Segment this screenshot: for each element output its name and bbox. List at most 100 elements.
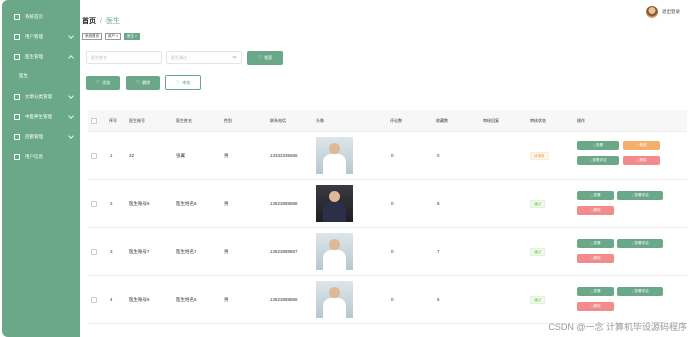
- row-name: 医生姓名6: [176, 297, 197, 302]
- add-button[interactable]: ♡ 添加: [86, 76, 120, 90]
- sidebar-item-logistics[interactable]: 后勤管理: [2, 128, 80, 146]
- sidebar-item-label: 医生管理: [25, 54, 43, 59]
- sidebar-item-doctors[interactable]: 医生管理: [2, 48, 80, 66]
- main-content: 首页 / 医生 退出登录 系统首页 用户 × 医生 × 医生姓名 医生通过 ♡ 搜索 …: [80, 0, 693, 337]
- col-phone[interactable]: 联系电话: [270, 118, 286, 124]
- sidebar-item-users[interactable]: 用户管理: [2, 28, 80, 46]
- col-avatar: 头像: [316, 118, 324, 123]
- view-comments-button-label: 查看评论: [634, 193, 649, 197]
- document-icon: [14, 114, 20, 120]
- table-row: 3 医生账号7 医生姓名7 男 13823888887 0 7 通过 ♡ 查看 …: [88, 228, 687, 276]
- col-gender[interactable]: 性别: [224, 118, 232, 124]
- col-review-reply[interactable]: 审核回复: [483, 118, 499, 124]
- sidebar-item-label: 中医养生管理: [25, 114, 52, 119]
- row-delete-button-label: 删除: [639, 158, 647, 162]
- row-checkbox[interactable]: [91, 153, 97, 159]
- home-icon: [14, 14, 20, 20]
- row-comments: 0: [391, 297, 394, 302]
- edit-button-label: 修改: [639, 143, 647, 147]
- doctor-photo[interactable]: [316, 281, 353, 318]
- col-favorites[interactable]: 收藏数: [436, 118, 448, 124]
- row-delete-button[interactable]: ♡ 删除: [577, 254, 614, 263]
- status-badge: 待审核: [530, 152, 549, 160]
- sidebar-item-tcm-health[interactable]: 中医养生管理: [2, 108, 80, 126]
- row-favorites: 0: [437, 153, 440, 158]
- row-name: 医生姓名7: [176, 249, 197, 254]
- breadcrumb-separator: /: [100, 18, 102, 25]
- row-delete-button-label: 删除: [593, 208, 601, 212]
- photo-head: [329, 191, 340, 202]
- breadcrumb-home[interactable]: 首页: [82, 18, 96, 25]
- photo-head: [329, 143, 340, 154]
- review-select[interactable]: 医生通过: [166, 51, 242, 64]
- review-button[interactable]: ♡ 审核: [165, 75, 201, 90]
- doctor-photo[interactable]: [316, 137, 353, 174]
- row-delete-button[interactable]: ♡ 删除: [623, 156, 660, 165]
- view-comments-button[interactable]: ♡ 查看评论: [617, 239, 663, 248]
- heart-icon: ♡: [95, 80, 101, 86]
- chevron-up-icon: [68, 55, 74, 61]
- view-comments-button-label: 查看评论: [634, 289, 649, 293]
- sidebar-item-home[interactable]: 系统首页: [2, 8, 80, 26]
- row-favorites: 6: [437, 297, 440, 302]
- col-review-status[interactable]: 审核状态: [530, 118, 546, 124]
- row-checkbox[interactable]: [91, 297, 97, 303]
- doctor-photo[interactable]: [316, 233, 353, 270]
- row-index: 1: [110, 153, 113, 158]
- chevron-down-icon: [68, 133, 74, 139]
- row-checkbox[interactable]: [91, 249, 97, 255]
- breadcrumb-current: 医生: [105, 18, 120, 25]
- sidebar-item-article-categories[interactable]: 文章分类管理: [2, 88, 80, 106]
- sidebar-item-label: 后勤管理: [25, 134, 43, 139]
- col-account[interactable]: 医生账号: [129, 118, 145, 124]
- delete-button[interactable]: ♡ 删除: [126, 76, 160, 90]
- row-delete-button[interactable]: ♡ 删除: [577, 206, 614, 215]
- view-comments-button[interactable]: ♡ 查看评论: [617, 287, 663, 296]
- grid-icon: [14, 94, 20, 100]
- sidebar-subitem-doctor[interactable]: 医生: [2, 67, 80, 85]
- view-button-label: 查看: [593, 241, 601, 245]
- edit-button[interactable]: ♡ 修改: [623, 141, 660, 150]
- search-button[interactable]: ♡ 搜索: [247, 51, 283, 65]
- row-delete-button-label: 删除: [593, 304, 601, 308]
- breadcrumb: 首页 / 医生: [82, 16, 120, 26]
- avatar[interactable]: [646, 6, 658, 18]
- logout-link[interactable]: 退出登录: [662, 9, 680, 15]
- tab-users[interactable]: 用户 ×: [105, 33, 122, 40]
- table-header: 序号 医生账号 医生姓名 性别 联系电话 头像 评论数 收藏数 审核回复 审核状…: [88, 110, 687, 132]
- select-all-checkbox[interactable]: [91, 118, 97, 124]
- photo-body: [323, 202, 346, 222]
- view-button[interactable]: ♡ 查看: [577, 287, 614, 296]
- sidebar-item-user-info[interactable]: 用户信息: [2, 148, 80, 166]
- view-button-label: 查看: [596, 143, 604, 147]
- status-badge: 通过: [530, 248, 545, 256]
- photo-body: [323, 154, 346, 174]
- review-button-label: 审核: [182, 79, 191, 85]
- view-button[interactable]: ♡ 查看: [577, 239, 614, 248]
- row-account: 医生账号8: [129, 201, 150, 206]
- col-comments[interactable]: 评论数: [390, 118, 402, 124]
- doctor-photo[interactable]: [316, 185, 353, 222]
- row-checkbox[interactable]: [91, 201, 97, 207]
- tab-home[interactable]: 系统首页: [82, 33, 102, 40]
- row-comments: 0: [391, 249, 394, 254]
- view-comments-button[interactable]: ♡ 查看评论: [577, 156, 619, 165]
- row-phone: 13823888887: [270, 249, 298, 254]
- delete-button-label: 删除: [142, 80, 151, 85]
- doctor-name-input[interactable]: 医生姓名: [86, 51, 162, 64]
- view-button[interactable]: ♡ 查看: [577, 191, 614, 200]
- col-name[interactable]: 医生姓名: [176, 118, 192, 124]
- row-delete-button[interactable]: ♡ 删除: [577, 302, 614, 311]
- chevron-down-icon: [68, 33, 74, 39]
- row-index: 3: [110, 249, 113, 254]
- view-button-label: 查看: [593, 193, 601, 197]
- view-button[interactable]: ♡ 查看: [577, 141, 619, 150]
- heart-icon: ♡: [257, 55, 263, 61]
- row-phone: 13823888886: [270, 297, 298, 302]
- view-comments-button[interactable]: ♡ 查看评论: [617, 191, 663, 200]
- col-actions: 操作: [577, 118, 585, 123]
- tab-doctor[interactable]: 医生 ×: [124, 33, 141, 40]
- user-icon: [14, 34, 20, 40]
- photo-head: [329, 239, 340, 250]
- sidebar-subitem-label: 医生: [19, 73, 28, 78]
